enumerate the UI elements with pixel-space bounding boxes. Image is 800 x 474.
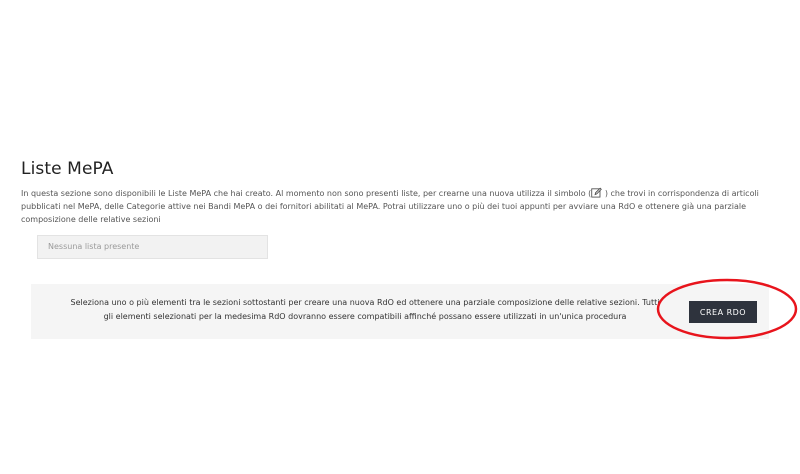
intro-text-part1: In questa sezione sono disponibili le Li… [21, 189, 592, 198]
empty-list-placeholder: Nessuna lista presente [37, 235, 268, 259]
rdo-info-panel: Seleziona uno o più elementi tra le sezi… [31, 284, 769, 339]
page-title: Liste MePA [21, 159, 114, 180]
intro-text: In questa sezione sono disponibili le Li… [21, 187, 796, 226]
rdo-info-text: Seleziona uno o più elementi tra le sezi… [70, 298, 660, 321]
crea-rdo-button[interactable]: CREA RDO [689, 301, 757, 323]
edit-icon [591, 187, 603, 198]
